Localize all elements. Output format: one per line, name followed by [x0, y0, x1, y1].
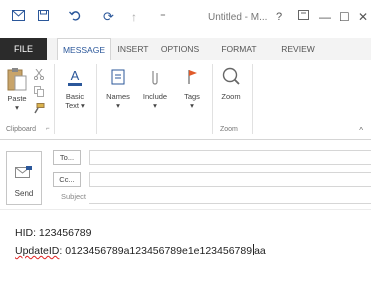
tab-format-text[interactable]: FORMAT TEXT — [210, 38, 268, 76]
up-arrow-icon[interactable]: ↑ — [131, 10, 137, 24]
subject-label: Subject — [61, 192, 87, 201]
names-dropdown-arrow: ▾ — [116, 101, 120, 110]
format-painter-icon[interactable] — [33, 101, 45, 119]
message-body[interactable]: HID: 123456789 UpdateID: 0123456789a1234… — [15, 224, 266, 260]
outlook-app-icon[interactable] — [12, 10, 25, 21]
paste-dropdown-arrow: ▾ — [15, 103, 19, 112]
tags-label: Tags — [184, 92, 200, 101]
zoom-button[interactable]: Zoom — [216, 66, 246, 101]
basic-text-label: Basic — [65, 92, 85, 101]
clipboard-group-label: Clipboard — [6, 126, 36, 133]
tags-dropdown-arrow: ▾ — [190, 101, 194, 110]
spelling-error-word: UpdateID — [15, 245, 60, 257]
minimize-button[interactable]: — — [319, 10, 331, 24]
include-label: Include — [142, 92, 168, 101]
cc-button[interactable]: Cc... — [53, 172, 81, 187]
clipboard-dialog-launcher-icon[interactable]: ⌐ — [46, 126, 50, 132]
group-divider — [54, 64, 55, 134]
cc-field[interactable] — [89, 172, 371, 187]
redo-icon[interactable]: ⟳ — [103, 10, 114, 24]
updateid-value-tail: aa — [254, 245, 266, 257]
paste-button[interactable]: Paste ▾ — [4, 66, 30, 112]
tab-message[interactable]: MESSAGE — [57, 38, 111, 60]
copy-icon[interactable] — [34, 84, 44, 102]
cut-icon[interactable] — [33, 67, 45, 85]
font-color-icon: A — [68, 68, 82, 86]
address-book-icon — [111, 69, 125, 85]
group-divider — [212, 64, 213, 134]
zoom-group-label: Zoom — [220, 126, 238, 133]
attach-icon — [152, 71, 158, 85]
save-icon[interactable] — [38, 10, 49, 21]
names-label: Names — [106, 92, 130, 101]
group-divider — [96, 64, 97, 134]
tags-button[interactable]: Tags ▾ — [178, 66, 206, 110]
subject-field[interactable] — [89, 203, 371, 204]
ribbon-tab-strip: FILE MESSAGE INSERT OPTIONS FORMAT TEXT … — [0, 38, 371, 76]
window-title: Untitled - M... — [208, 12, 268, 23]
zoom-icon — [222, 67, 240, 85]
close-button[interactable]: ✕ — [358, 10, 368, 24]
send-envelope-icon — [15, 166, 32, 178]
basic-text-button[interactable]: A Basic Text ▾ — [60, 66, 90, 110]
send-button[interactable]: Send — [6, 151, 42, 205]
ribbon: Paste ▾ Clipboard ⌐ A Basic Text ▾ Names… — [0, 60, 371, 140]
updateid-value: : 0123456789a123456789e1e123456789 — [59, 245, 253, 257]
zoom-label: Zoom — [221, 92, 241, 101]
body-line-hid: HID: 123456789 — [15, 227, 92, 239]
tab-file[interactable]: FILE — [0, 38, 47, 60]
title-bar: ⟳ ↑ ⁼ Untitled - M... ? — ☐ ✕ — [0, 0, 371, 38]
to-button[interactable]: To... — [53, 150, 81, 165]
collapse-ribbon-button[interactable]: ^ — [359, 126, 363, 135]
maximize-button[interactable]: ☐ — [339, 10, 350, 24]
clipboard-icon — [7, 68, 27, 91]
svg-text:A: A — [71, 68, 80, 83]
basic-text-label-2: Text ▾ — [65, 101, 85, 110]
help-button[interactable]: ? — [276, 10, 282, 24]
ribbon-display-options-icon[interactable] — [298, 9, 309, 23]
tab-review[interactable]: REVIEW — [278, 38, 318, 60]
paste-label: Paste — [7, 94, 27, 103]
tab-options[interactable]: OPTIONS — [158, 38, 202, 60]
include-dropdown-arrow: ▾ — [153, 101, 157, 110]
undo-icon[interactable] — [69, 10, 81, 21]
names-button[interactable]: Names ▾ — [103, 66, 133, 110]
header-divider — [0, 209, 371, 210]
flag-icon — [188, 70, 197, 84]
include-button[interactable]: Include ▾ — [140, 66, 170, 110]
customize-qat-icon[interactable]: ⁼ — [160, 10, 166, 24]
compose-area: Send To... Cc... Subject HID: 123456789 … — [0, 141, 371, 284]
send-label: Send — [14, 189, 34, 198]
body-line-updateid: UpdateID: 0123456789a123456789e1e1234567… — [15, 242, 266, 260]
tab-insert[interactable]: INSERT — [114, 38, 152, 60]
group-divider — [252, 64, 253, 134]
to-field[interactable] — [89, 150, 371, 165]
